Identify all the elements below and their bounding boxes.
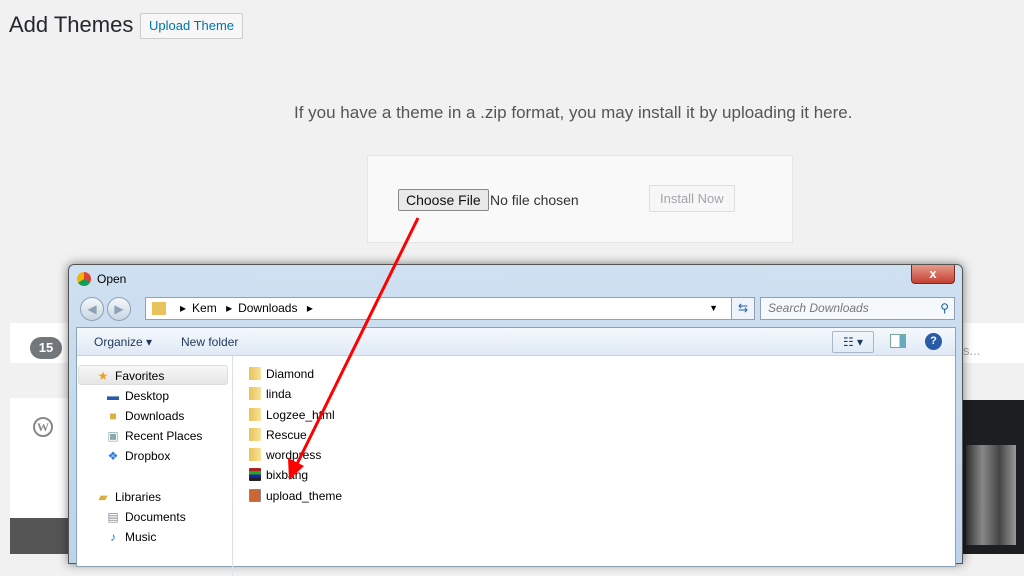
file-item[interactable]: wordpress [249, 445, 342, 465]
desktop-icon: ▬ [107, 389, 119, 403]
organize-button[interactable]: Organize ▾ [94, 335, 152, 349]
star-icon: ★ [97, 369, 109, 383]
image-file-icon [249, 488, 261, 502]
navigation-pane: ★ Favorites ▬ Desktop ■ Downloads ▣ Recent P… [77, 356, 233, 576]
file-item[interactable]: Rescue [249, 425, 342, 445]
nav-libraries[interactable]: ▰ Libraries [77, 487, 161, 507]
dialog-title: Open [97, 272, 127, 286]
search-themes-input[interactable]: s... [963, 343, 980, 358]
file-item[interactable]: Logzee_html [249, 405, 342, 425]
chrome-icon [77, 272, 91, 286]
dialog-toolbar: Organize ▾ New folder ☷ ▾ ? [77, 328, 955, 356]
file-item[interactable]: Diamond [249, 364, 342, 384]
address-bar[interactable]: ▸ Kem ▸ Downloads ▸ ▼ [145, 297, 755, 320]
refresh-icon[interactable]: ⇆ [731, 297, 755, 320]
file-item[interactable]: bixbang [249, 465, 342, 485]
preview-pane-icon[interactable] [890, 334, 906, 348]
breadcrumb-kem[interactable]: Kem [192, 301, 217, 315]
theme-screenshot [966, 445, 1016, 545]
folder-icon [152, 302, 166, 315]
nav-recent-places[interactable]: ▣ Recent Places [77, 426, 202, 446]
folder-icon [249, 427, 261, 441]
file-item[interactable]: linda [249, 384, 342, 404]
nav-favorites[interactable]: ★ Favorites [78, 365, 228, 385]
music-icon: ♪ [110, 530, 116, 544]
new-folder-button[interactable]: New folder [181, 335, 238, 349]
libraries-icon: ▰ [98, 490, 108, 504]
search-input[interactable]: Search Downloads ⚲ [760, 297, 955, 320]
view-options-icon[interactable]: ☷ ▾ [832, 331, 874, 353]
page-title: Add Themes [9, 12, 134, 37]
upload-description: If you have a theme in a .zip format, yo… [294, 103, 853, 122]
folder-icon [249, 387, 261, 401]
dropbox-icon: ❖ [107, 449, 119, 463]
nav-downloads[interactable]: ■ Downloads [77, 406, 184, 426]
search-icon: ⚲ [940, 301, 949, 315]
file-item[interactable]: upload_theme [249, 486, 342, 506]
install-now-button[interactable]: Install Now [649, 185, 735, 212]
nav-documents[interactable]: ▤ Documents [77, 507, 185, 527]
help-icon[interactable]: ? [925, 333, 942, 350]
recent-places-icon: ▣ [107, 429, 119, 443]
open-file-dialog: Open x ◀ ▶ ▸ Kem ▸ Downloads ▸ ▼ ⇆ Search … [68, 264, 963, 576]
upload-theme-button[interactable]: Upload Theme [140, 13, 244, 39]
chevron-down-icon[interactable]: ▼ [709, 298, 718, 319]
downloads-icon: ■ [109, 409, 117, 423]
rar-archive-icon [249, 468, 261, 482]
forward-button[interactable]: ▶ [107, 297, 131, 321]
theme-count-badge: 15 [30, 337, 62, 359]
choose-file-button[interactable]: Choose File [398, 189, 489, 211]
folder-icon [249, 367, 261, 380]
documents-icon: ▤ [107, 510, 119, 524]
file-list: Diamond linda Logzee_html Rescue wordpre… [249, 364, 342, 506]
dialog-body: Organize ▾ New folder ☷ ▾ ? ★ Favorites ▬… [76, 327, 956, 576]
wordpress-icon: W [33, 417, 53, 437]
folder-icon [249, 448, 261, 462]
back-button[interactable]: ◀ [80, 297, 104, 321]
close-button[interactable]: x [911, 265, 955, 284]
folder-icon [249, 407, 261, 421]
file-status: No file chosen [490, 192, 579, 208]
nav-music[interactable]: ♪ Music [77, 527, 156, 547]
nav-dropbox[interactable]: ❖ Dropbox [77, 446, 171, 466]
nav-desktop[interactable]: ▬ Desktop [77, 386, 169, 406]
breadcrumb-downloads[interactable]: Downloads [238, 301, 297, 315]
